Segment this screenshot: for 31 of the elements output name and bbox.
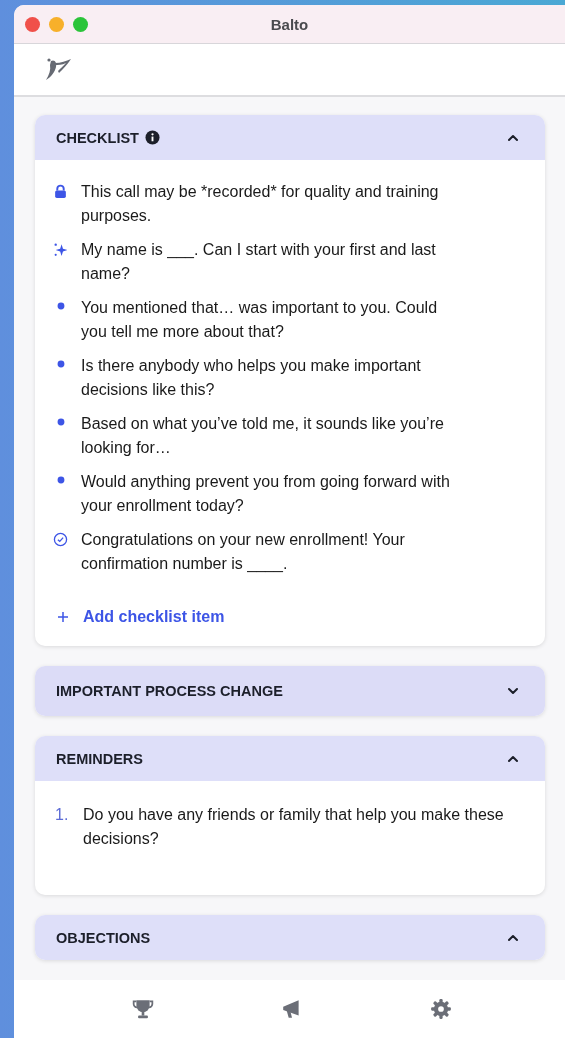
info-icon[interactable] [145, 130, 160, 145]
section-header[interactable]: CHECKLIST [35, 115, 545, 160]
chevron-up-icon[interactable] [507, 754, 519, 763]
reminder-item: Do you have any friends or family that help you make these decisions? [83, 805, 505, 849]
section-title: IMPORTANT PROCESS CHANGE [56, 683, 283, 699]
section-title: REMINDERS [56, 750, 143, 767]
lock-icon [53, 184, 68, 199]
chevron-up-icon[interactable] [507, 933, 519, 942]
window-title: Balto [270, 15, 309, 33]
section-title: CHECKLIST [56, 129, 139, 146]
sparkle-icon [53, 242, 68, 257]
checklist-item: Based on what you’ve told me, it sounds like you’re looking for… [81, 414, 445, 458]
checklist-item: My name is ___. Can I start with your first and last name? [81, 240, 437, 284]
check-circle-icon [53, 532, 68, 547]
section-title: OBJECTIONS [56, 929, 151, 946]
add-checklist-item-button[interactable]: Add checklist item [52, 608, 225, 626]
chevron-up-icon[interactable] [507, 133, 519, 142]
plus-icon [57, 611, 69, 623]
checklist-item: Is there anybody who helps you make important decisions like this? [81, 356, 422, 400]
list-number: 1. [55, 805, 70, 825]
settings-icon[interactable] [429, 998, 452, 1020]
checklist-item: Would anything prevent you from going forward with your enrollment today? [81, 472, 451, 516]
close-button[interactable] [25, 16, 40, 32]
section-header[interactable]: REMINDERS [35, 736, 545, 781]
trophy-icon[interactable] [132, 998, 155, 1020]
checklist-item: Congratulations on your new enrollment! Your confirmation number is ____. [81, 530, 406, 575]
checklist-item: You mentioned that… was important to you. Could you tell me more about that? [81, 298, 439, 342]
section-header[interactable]: IMPORTANT PROCESS CHANGE [35, 666, 545, 716]
chevron-down-icon[interactable] [507, 687, 519, 695]
section-header[interactable]: OBJECTIONS [35, 915, 545, 960]
checklist-item: This call may be *recorded* for quality and training purposes. [81, 182, 440, 226]
